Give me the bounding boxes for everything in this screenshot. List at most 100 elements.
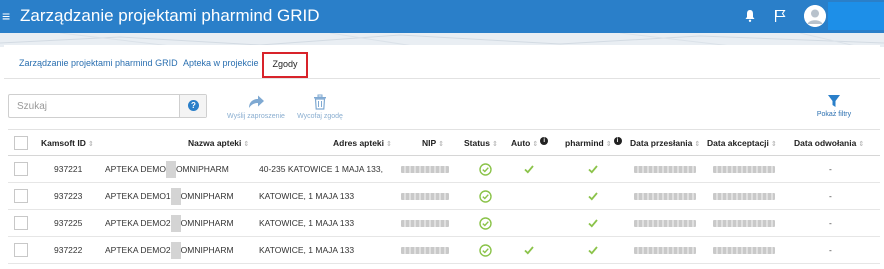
redacted-nip — [401, 166, 449, 174]
check-icon — [524, 246, 534, 255]
col-accepted-date-label: Data akceptacji — [707, 138, 769, 148]
sort-icon: ⇕ — [87, 141, 94, 148]
filter-icon — [828, 95, 840, 107]
avatar-icon[interactable] — [804, 5, 826, 27]
col-nip[interactable]: NIP ⇕ — [422, 130, 444, 156]
sort-icon: ⇕ — [694, 141, 701, 148]
check-circle-icon — [479, 244, 492, 257]
col-pharmind-label: pharmind — [565, 138, 604, 148]
cell-sent-date — [634, 210, 696, 236]
table-row[interactable]: 937225 APTEKA DEMO2 OMNIPHARM KATOWICE, 1… — [8, 210, 880, 237]
cell-accepted-date — [713, 183, 775, 209]
col-name-label: Nazwa apteki — [188, 138, 242, 148]
cell-name-left: APTEKA DEMO2 — [105, 218, 171, 228]
table-header: Kamsoft ID ⇕ Nazwa apteki ⇕ Adres apteki ⇕ … — [8, 129, 880, 156]
info-icon[interactable]: i — [540, 137, 549, 146]
app-title: Zarządzanie projektami pharmind GRID — [20, 6, 320, 25]
consents-card: Zarządzanie projektami pharmind GRID Apt… — [4, 45, 880, 269]
tab-consents[interactable]: Zgody — [262, 52, 308, 78]
tab-project-management[interactable]: Zarządzanie projektami pharmind GRID — [19, 58, 178, 69]
col-address[interactable]: Adres apteki ⇕ — [333, 130, 392, 156]
send-icon — [249, 95, 264, 108]
redacted-date — [634, 220, 696, 228]
show-filters-button[interactable]: Pokaż filtry — [804, 94, 864, 118]
tab-pharmacy-in-project[interactable]: Apteka w projekcie — [183, 58, 259, 69]
cell-nip — [401, 210, 449, 236]
check-icon — [588, 165, 598, 174]
col-auto[interactable]: Auto ⇕ i — [511, 130, 549, 156]
col-kamsoft-id[interactable]: Kamsoft ID ⇕ — [41, 130, 94, 156]
row-checkbox[interactable] — [14, 243, 28, 257]
col-revoked-date-label: Data odwołania — [794, 138, 857, 148]
cell-name-left: APTEKA DEMO2 — [105, 245, 171, 255]
col-sent-date[interactable]: Data przesłania ⇕ — [630, 130, 700, 156]
cell-address: 40-235 KATOWICE 1 MAJA 133, — [259, 164, 383, 174]
check-icon — [588, 246, 598, 255]
redacted-nip — [401, 193, 449, 201]
cell-name: APTEKA DEMO1 OMNIPHARM — [105, 183, 234, 209]
cell-revoked-date: - — [829, 245, 832, 255]
redacted-date — [634, 193, 696, 201]
revoke-consent-button[interactable]: Wycofaj zgodę — [294, 94, 346, 120]
cell-accepted-date — [713, 210, 775, 236]
send-invitation-button[interactable]: Wyślij zaproszenie — [224, 94, 288, 120]
col-pharmind[interactable]: pharmind ⇕ i — [565, 130, 622, 156]
table-row[interactable]: 937222 APTEKA DEMO2 OMNIPHARM KATOWICE, 1… — [8, 237, 880, 264]
redacted-nip — [401, 220, 449, 228]
col-accepted-date[interactable]: Data akceptacji ⇕ — [707, 130, 777, 156]
flag-icon[interactable] — [774, 9, 786, 23]
send-invitation-label: Wyślij zaproszenie — [227, 113, 285, 120]
cell-name-right: OMNIPHARM — [180, 191, 234, 201]
redacted-block — [170, 242, 181, 260]
redacted-date — [713, 166, 775, 174]
cell-address: KATOWICE, 1 MAJA 133 — [259, 191, 355, 201]
cell-revoked-date: - — [829, 164, 832, 174]
consents-table: Kamsoft ID ⇕ Nazwa apteki ⇕ Adres apteki ⇕ … — [8, 129, 880, 264]
col-name[interactable]: Nazwa apteki ⇕ — [188, 130, 249, 156]
redacted-date — [634, 166, 696, 174]
cell-address: KATOWICE, 1 MAJA 133 — [259, 218, 355, 228]
table-row[interactable]: 937223 APTEKA DEMO1 OMNIPHARM KATOWICE, 1… — [8, 183, 880, 210]
sort-icon: ⇕ — [438, 141, 445, 148]
check-circle-icon — [479, 163, 492, 176]
redacted-block — [170, 215, 181, 233]
cell-name-right: OMNIPHARM — [180, 245, 234, 255]
sort-icon: ⇕ — [491, 141, 498, 148]
redacted-block — [165, 161, 176, 179]
bell-icon[interactable] — [744, 9, 756, 23]
cell-nip — [401, 237, 449, 263]
row-checkbox[interactable] — [14, 216, 28, 230]
user-menu[interactable] — [828, 2, 884, 30]
sort-icon: ⇕ — [858, 141, 865, 148]
sort-icon: ⇕ — [243, 141, 250, 148]
tab-bar: Zarządzanie projektami pharmind GRID Apt… — [4, 45, 880, 79]
cell-sent-date — [634, 183, 696, 209]
revoke-consent-label: Wycofaj zgodę — [297, 113, 343, 120]
col-status-label: Status — [464, 138, 490, 148]
show-filters-label: Pokaż filtry — [816, 111, 852, 118]
col-status[interactable]: Status ⇕ — [464, 130, 498, 156]
help-icon: ? — [188, 100, 199, 111]
sort-icon: ⇕ — [532, 141, 539, 148]
cell-accepted-date — [713, 237, 775, 263]
cell-kamsoft-id: 937225 — [54, 218, 83, 228]
col-revoked-date[interactable]: Data odwołania ⇕ — [794, 130, 864, 156]
row-checkbox[interactable] — [14, 162, 28, 176]
check-icon — [588, 192, 598, 201]
cell-kamsoft-id: 937223 — [54, 191, 83, 201]
trash-icon — [314, 94, 326, 110]
check-circle-icon — [479, 190, 492, 203]
search-help-button[interactable]: ? — [179, 95, 206, 117]
cell-kamsoft-id: 937222 — [54, 245, 83, 255]
search-input[interactable] — [9, 95, 179, 117]
table-row[interactable]: 937221 APTEKA DEMO OMNIPHARM 40-235 KATOW… — [8, 156, 880, 183]
info-icon[interactable]: i — [613, 137, 622, 146]
col-auto-label: Auto — [511, 138, 531, 148]
menu-icon[interactable]: ≡ — [2, 7, 12, 25]
cell-kamsoft-id: 937221 — [54, 164, 83, 174]
col-address-label: Adres apteki — [333, 138, 385, 148]
redacted-date — [713, 193, 775, 201]
cell-name: APTEKA DEMO2 OMNIPHARM — [105, 210, 234, 236]
select-all-checkbox[interactable] — [14, 136, 28, 150]
row-checkbox[interactable] — [14, 189, 28, 203]
